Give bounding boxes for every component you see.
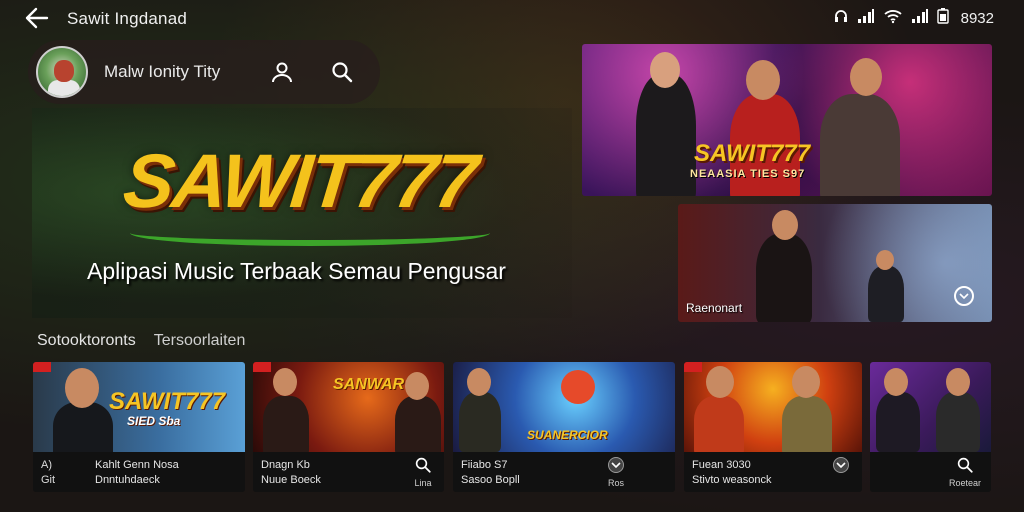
card-info: Roetear (870, 452, 991, 492)
headphones-icon (833, 8, 849, 29)
guitarist-figure (756, 234, 812, 322)
avatar[interactable] (36, 46, 88, 98)
guitarist-head (772, 210, 798, 240)
artist-figure (694, 396, 744, 452)
artist-head (746, 60, 780, 100)
profile-name: Malw Ionity Tity (104, 62, 221, 81)
card-info: A) Git Kahlt Genn Nosa Dnntuhdaeck (33, 452, 245, 492)
artist-figure (820, 94, 900, 196)
card-text: Fiiabo S7 Sasoo Bopll (461, 459, 520, 486)
card-badge (33, 362, 51, 372)
card-art (684, 362, 862, 452)
card-text: Fuean 3030 Stivto weasonck (692, 459, 772, 486)
artist-figure (263, 396, 309, 452)
card-info: Fiiabo S7 Sasoo Bopll Ros (453, 452, 675, 492)
artist-figure (395, 396, 441, 452)
card-art-subtitle: SIED Sba (127, 414, 181, 428)
artist-head (405, 372, 429, 400)
tab-selected[interactable]: Sotooktoronts (37, 332, 136, 350)
clock: 8932 (960, 10, 994, 27)
card-action[interactable]: Roetear (949, 456, 981, 489)
card-text: Kahlt Genn Nosa Dnntuhdaeck (95, 459, 179, 486)
hero-banner[interactable]: SAWIT777 Aplipasi Music Terbaak Semau Pe… (32, 108, 572, 318)
artist-head (706, 366, 734, 398)
featured-banner-bottom[interactable]: Raenonart (678, 204, 992, 322)
artist-head (65, 368, 99, 408)
search-icon[interactable] (956, 456, 974, 474)
profile-bar: Malw Ionity Tity (28, 40, 380, 104)
artist-head (850, 58, 882, 96)
artist-head (792, 366, 820, 398)
music-card[interactable]: Roetear (870, 362, 991, 492)
chevron-down-icon[interactable] (832, 456, 850, 474)
mascot-head (561, 370, 595, 404)
artist-head (884, 368, 908, 396)
card-action[interactable]: Ros (607, 456, 625, 489)
card-art-title: SUANERCIOR (527, 428, 608, 442)
card-text: Dnagn Kb Nuue Boeck (261, 459, 321, 486)
card-art-title: SANWAR (333, 376, 405, 393)
signal-icon-2 (911, 8, 929, 29)
card-art (870, 362, 991, 452)
card-art: SUANERCIOR (453, 362, 675, 452)
card-info: Fuean 3030 Stivto weasonck (684, 452, 862, 492)
music-card[interactable]: SAWIT777 SIED Sba A) Git Kahlt Genn Nosa D… (33, 362, 245, 492)
card-art-title: SAWIT777 (109, 388, 226, 415)
status-bar: Sawit Ingdanad 8932 (0, 0, 1024, 36)
app-title: Sawit Ingdanad (67, 9, 187, 28)
search-icon[interactable] (326, 56, 358, 88)
banner-logo: SAWIT777 (694, 140, 811, 167)
banner-caption: Raenonart (686, 301, 743, 315)
user-icon[interactable] (266, 56, 298, 88)
hero-logo: SAWIT777 (119, 139, 480, 224)
status-icons: 8932 (833, 8, 994, 29)
artist-head (273, 368, 297, 396)
artist-figure (936, 392, 980, 452)
guitarist-figure (868, 266, 904, 322)
artist-head (650, 52, 680, 88)
wifi-icon (883, 8, 903, 29)
chevron-down-icon[interactable] (954, 286, 974, 306)
artist-head (467, 368, 491, 396)
hero-tagline: Aplipasi Music Terbaak Semau Pengusar (87, 258, 506, 284)
card-info: Dnagn Kb Nuue Boeck Lina (253, 452, 444, 492)
artist-figure (876, 392, 920, 452)
card-action[interactable] (832, 456, 850, 477)
search-icon[interactable] (414, 456, 432, 474)
music-card[interactable]: SANWAR Dnagn Kb Nuue Boeck Lina (253, 362, 444, 492)
card-art: SAWIT777 SIED Sba (33, 362, 245, 452)
music-card[interactable]: SUANERCIOR Fiiabo S7 Sasoo Bopll Ros (453, 362, 675, 492)
section-tabs: Sotooktoronts Tersoorlaiten (37, 332, 245, 350)
chevron-down-icon[interactable] (607, 456, 625, 474)
banner-subtitle: NEAASIA TIES S97 (690, 168, 806, 180)
guitarist-head (876, 250, 894, 270)
featured-banner-top[interactable]: SAWIT777 NEAASIA TIES S97 (582, 44, 992, 196)
artist-figure (53, 402, 113, 452)
back-arrow-icon[interactable] (24, 6, 50, 30)
artist-head (946, 368, 970, 396)
hero-swoosh (130, 220, 490, 246)
card-badge (684, 362, 702, 372)
artist-figure (459, 392, 501, 452)
card-badge (253, 362, 271, 372)
card-action[interactable]: Lina (414, 456, 432, 489)
signal-icon (857, 8, 875, 29)
card-art: SANWAR (253, 362, 444, 452)
music-card[interactable]: Fuean 3030 Stivto weasonck (684, 362, 862, 492)
card-meta: A) Git (41, 459, 56, 486)
artist-figure (636, 74, 696, 196)
tab-other[interactable]: Tersoorlaiten (154, 332, 246, 350)
battery-icon (936, 8, 949, 29)
artist-figure (782, 396, 832, 452)
